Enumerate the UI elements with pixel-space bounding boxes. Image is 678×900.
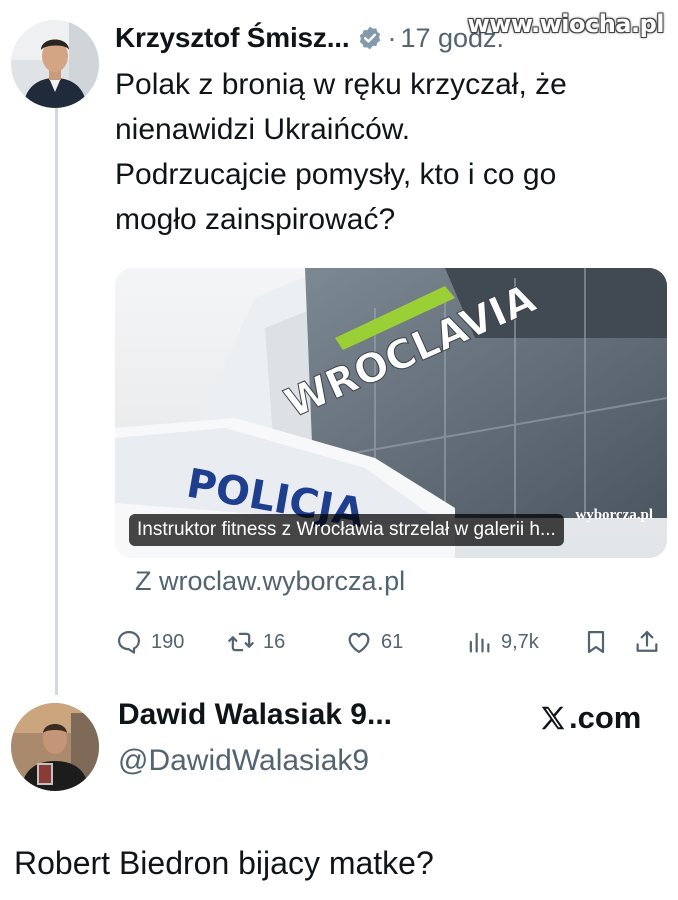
bookmark-button[interactable] [582, 622, 610, 662]
watermark: www.wiocha.pl [467, 10, 664, 38]
share-icon [636, 630, 658, 652]
bookmark-icon [587, 630, 605, 654]
tweet-text-line: nienawidzi Ukraińców. [115, 113, 411, 146]
thread-line [55, 108, 58, 695]
x-brand-text: .com [569, 700, 642, 735]
like-button[interactable]: 61 [345, 622, 403, 662]
repost-icon [228, 632, 254, 652]
share-button[interactable] [633, 622, 661, 662]
x-logo-icon [541, 706, 565, 730]
meme-caption: Robert Biedron bijacy matke? [14, 845, 434, 881]
link-card[interactable]: WROCLAVIA POLICJA wyborcza.pl Instruktor… [115, 268, 667, 558]
author-avatar[interactable] [11, 20, 99, 108]
reply-button[interactable]: 190 [115, 622, 184, 662]
repost-count: 16 [263, 630, 286, 653]
verified-badge-icon [357, 25, 383, 51]
views-count: 9,7k [501, 630, 539, 653]
author-handle[interactable]: @DawidWalasiak9 [118, 744, 369, 778]
tweet-text-line: mogło zainspirować? [115, 203, 396, 236]
tweet-text-line: Polak z bronią w ręku krzyczał, że [115, 68, 567, 101]
x-brand: .com [538, 700, 641, 736]
card-source-link[interactable]: Z wroclaw.wyborcza.pl [135, 566, 405, 597]
tweet-text: Polak z bronią w ręku krzyczał, że niena… [115, 62, 670, 242]
views-icon [469, 632, 490, 653]
card-title[interactable]: Instruktor fitness z Wrocławia strzelał … [129, 514, 564, 546]
reply-count: 190 [151, 630, 185, 653]
tweet-text-line: Podrzucajcie pomysły, kto i co go [115, 158, 557, 191]
author-name[interactable]: Krzysztof Śmisz... [115, 22, 350, 54]
reply-icon [117, 630, 141, 654]
author-name[interactable]: Dawid Walasiak 9... [118, 698, 392, 732]
heart-icon [348, 632, 370, 654]
tweet-actions: 190 16 61 9,7k [115, 622, 667, 662]
author-avatar[interactable] [11, 703, 99, 791]
tweet-header: Krzysztof Śmisz... · 17 godz. [115, 18, 504, 58]
separator-dot: · [387, 22, 397, 53]
like-count: 61 [381, 630, 404, 653]
repost-button[interactable]: 16 [227, 622, 285, 662]
views-button[interactable]: 9,7k [465, 622, 539, 662]
card-source-logo: wyborcza.pl [575, 507, 653, 523]
